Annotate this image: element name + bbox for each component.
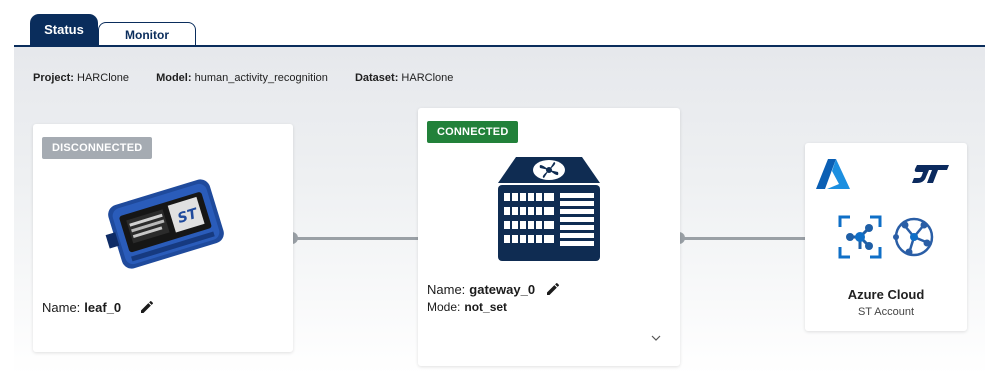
project-value: HARClone [77,72,129,84]
leaf-gateway-connector [292,237,418,240]
gateway-device-card[interactable]: CONNECTED Name: gateway_0 Mode: not_set [418,108,680,366]
leaf-device-card[interactable]: DISCONNECTED ST Name: leaf_0 [33,124,293,352]
dataset-label: Dataset: [354,72,399,84]
status-badge-disconnected: DISCONNECTED [42,137,153,159]
iot-central-icon [893,217,934,257]
leaf-name-row: Name: leaf_0 [42,299,155,315]
sensortile-device-image: ST [105,179,224,269]
status-badge-connected: CONNECTED [427,121,519,143]
model-info-item: Model: human_activity_recognition [156,72,328,84]
dataset-info-item: Dataset: HARClone [355,72,453,84]
gateway-name-label: Name: [427,281,466,297]
edit-icon[interactable] [545,281,561,297]
gateway-server-icon [498,157,600,261]
tab-monitor[interactable]: Monitor [98,22,196,46]
st-logo [912,165,949,183]
leaf-name-label: Name: [42,299,81,315]
dataset-value: HARClone [401,72,454,84]
tab-status[interactable]: Status [30,14,98,46]
model-value: human_activity_recognition [194,72,328,84]
gateway-cloud-connector [679,237,805,240]
cloud-subtitle: ST Account [857,306,915,318]
project-info-item: Project: HARClone [33,72,129,84]
iot-hub-icon [838,215,882,259]
leaf-name-value: leaf_0 [84,299,122,315]
project-info: Project: HARClone Model: human_activity_… [33,72,477,84]
model-label: Model: [156,72,192,84]
azure-logo [816,159,850,189]
edit-icon[interactable] [139,299,155,315]
cloud-title: Azure Cloud [847,287,925,302]
project-label: Project: [33,72,74,84]
azure-cloud-card[interactable]: Azure Cloud ST Account [805,143,967,331]
gateway-mode-label: Mode: [427,300,461,314]
chevron-down-icon[interactable] [650,332,662,344]
gateway-name-value: gateway_0 [469,281,536,297]
gateway-mode-row: Mode: not_set [427,300,507,314]
gateway-mode-value: not_set [464,300,508,314]
gateway-name-row: Name: gateway_0 [427,281,561,297]
